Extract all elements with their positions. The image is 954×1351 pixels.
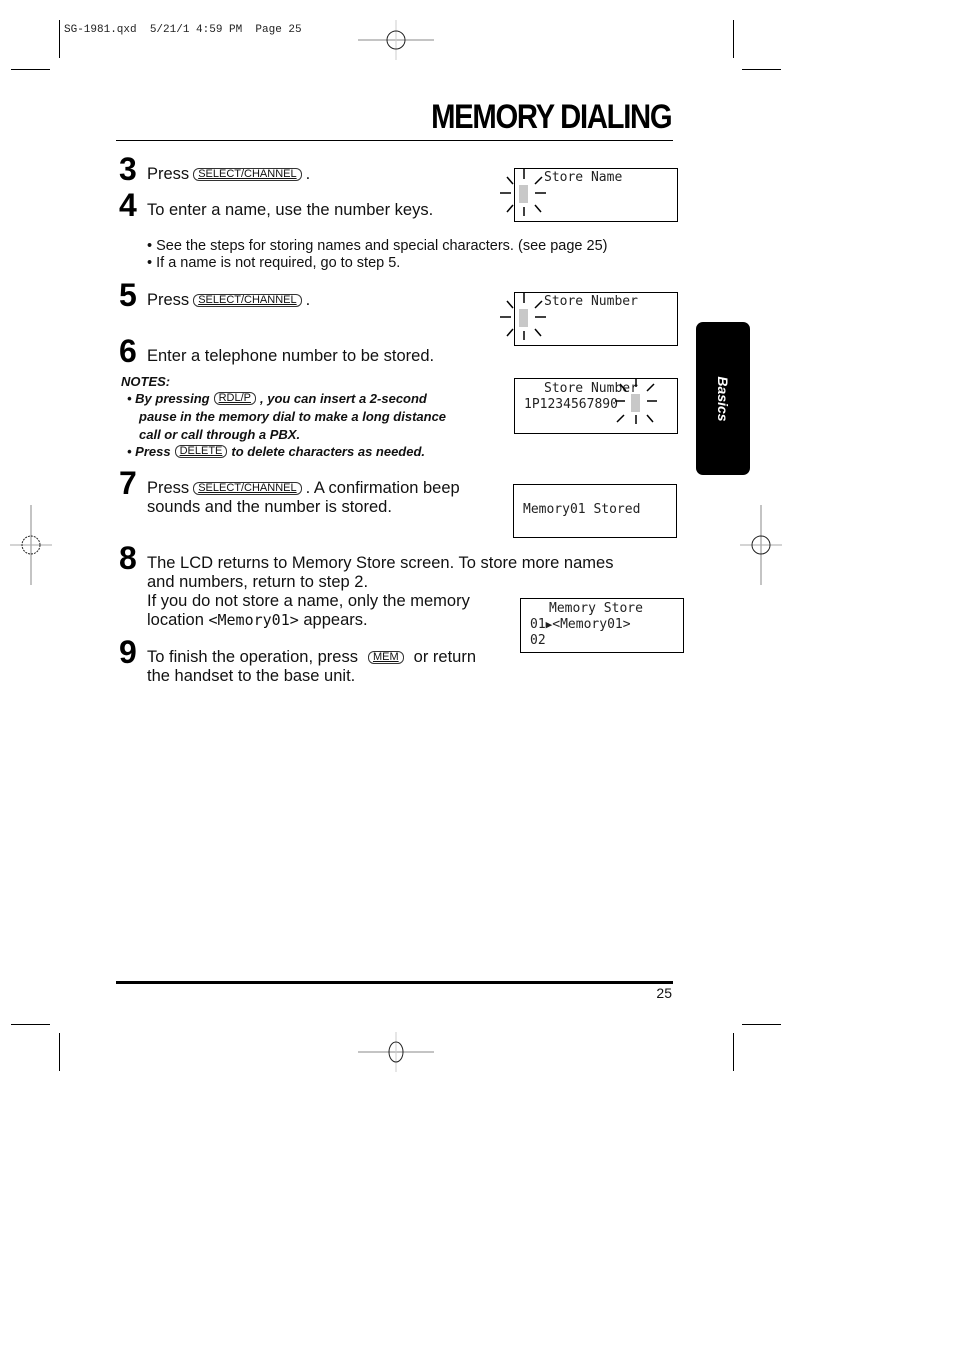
lcd-line: 01▶<Memory01> — [530, 617, 631, 633]
section-tab-label: Basics — [715, 375, 731, 422]
step-text: To finish the operation, press — [147, 648, 358, 666]
lcd-line: Store Name — [544, 170, 623, 185]
page-number: 25 — [656, 985, 672, 1001]
note-text: • Press — [127, 444, 171, 459]
memory-location-label: <Memory01> — [208, 611, 299, 629]
delete-key: DELETE — [174, 445, 228, 458]
registration-mark-icon — [358, 1032, 434, 1072]
step-number: 5 — [119, 277, 137, 313]
step-8-text: location <Memory01> appears. — [147, 611, 368, 630]
blink-indicator-icon — [500, 293, 546, 340]
lcd-line: Memory01 Stored — [523, 502, 641, 517]
step-text: Press — [147, 479, 190, 497]
lcd-memory-store: Memory Store 01▶<Memory01> 02 — [520, 598, 684, 653]
step-8-text: The LCD returns to Memory Store screen. … — [147, 554, 614, 572]
step-number: 4 — [119, 187, 137, 223]
memory-slot-number: 01 — [530, 617, 546, 632]
note-text: call or call through a PBX. — [139, 427, 301, 442]
select-channel-key: SELECT/CHANNEL — [193, 168, 302, 181]
note-text: • By pressing — [127, 391, 210, 406]
rdl-p-key: RDL/P — [213, 392, 256, 405]
step-text: Press — [147, 291, 190, 309]
crop-mark — [742, 1024, 781, 1025]
registration-mark-icon — [358, 20, 434, 60]
lcd-line: Store Number — [544, 294, 638, 309]
bullet-item: • If a name is not required, go to step … — [147, 255, 401, 271]
crop-mark — [59, 1033, 60, 1071]
blink-indicator-icon — [500, 169, 546, 216]
bullet-item: • See the steps for storing names and sp… — [147, 238, 608, 254]
note-item: • By pressing RDL/P, you can insert a 2-s… — [127, 390, 427, 408]
step-9-text-line2: the handset to the base unit. — [147, 667, 356, 685]
crop-mark — [733, 20, 734, 58]
select-channel-key: SELECT/CHANNEL — [193, 482, 302, 495]
step-number: 8 — [119, 540, 137, 576]
step-3-text: Press SELECT/CHANNEL. — [147, 165, 310, 184]
step-text: Press — [147, 165, 190, 183]
lcd-memory-stored: Memory01 Stored — [513, 484, 677, 538]
memory-slot-name: <Memory01> — [552, 617, 631, 632]
registration-mark-icon — [740, 505, 782, 585]
step-text: or return — [413, 648, 476, 666]
title-rule — [116, 140, 673, 141]
lcd-line: Memory Store — [549, 601, 643, 616]
page-title: MEMORY DIALING — [430, 98, 673, 136]
mem-key: MEM — [367, 651, 404, 664]
note-item: • Press DELETE to delete characters as nee… — [127, 443, 425, 461]
step-8-text: If you do not store a name, only the mem… — [147, 592, 470, 610]
step-number: 3 — [119, 151, 137, 187]
lcd-line: 1P1234567890 — [524, 397, 618, 412]
crop-mark — [11, 1024, 50, 1025]
step-number: 6 — [119, 333, 137, 369]
step-text: location — [147, 611, 204, 629]
footer-rule — [116, 981, 673, 984]
step-number: 9 — [119, 634, 137, 670]
step-text: . — [305, 291, 311, 309]
step-5-text: Press SELECT/CHANNEL. — [147, 291, 310, 310]
step-number: 7 — [119, 465, 137, 501]
step-7-text-line2: sounds and the number is stored. — [147, 498, 392, 516]
blink-indicator-icon — [615, 378, 657, 424]
step-text: . — [305, 165, 311, 183]
step-text: appears. — [303, 611, 368, 629]
print-slug: SG-1981.qxd 5/21/1 4:59 PM Page 25 — [64, 24, 302, 36]
crop-mark — [11, 69, 50, 70]
step-7-text: Press SELECT/CHANNEL. A confirmation beep — [147, 479, 460, 498]
crop-mark — [742, 69, 781, 70]
lcd-line: 02 — [530, 633, 546, 648]
step-6-text: Enter a telephone number to be stored. — [147, 347, 435, 365]
crop-mark — [733, 1033, 734, 1071]
notes-heading: NOTES: — [121, 374, 171, 389]
step-4-text: To enter a name, use the number keys. — [147, 201, 434, 219]
section-tab: Basics — [696, 322, 750, 475]
crop-mark — [59, 20, 60, 58]
note-text: pause in the memory dial to make a long … — [139, 409, 447, 424]
step-9-text: To finish the operation, press MEM or retu… — [147, 648, 476, 667]
registration-mark-icon — [10, 505, 52, 585]
note-text: , you can insert a 2-second — [259, 391, 427, 406]
select-channel-key: SELECT/CHANNEL — [193, 294, 302, 307]
step-text: . A confirmation beep — [305, 479, 460, 497]
note-text: to delete characters as needed. — [231, 444, 426, 459]
step-8-text: and numbers, return to step 2. — [147, 573, 369, 591]
